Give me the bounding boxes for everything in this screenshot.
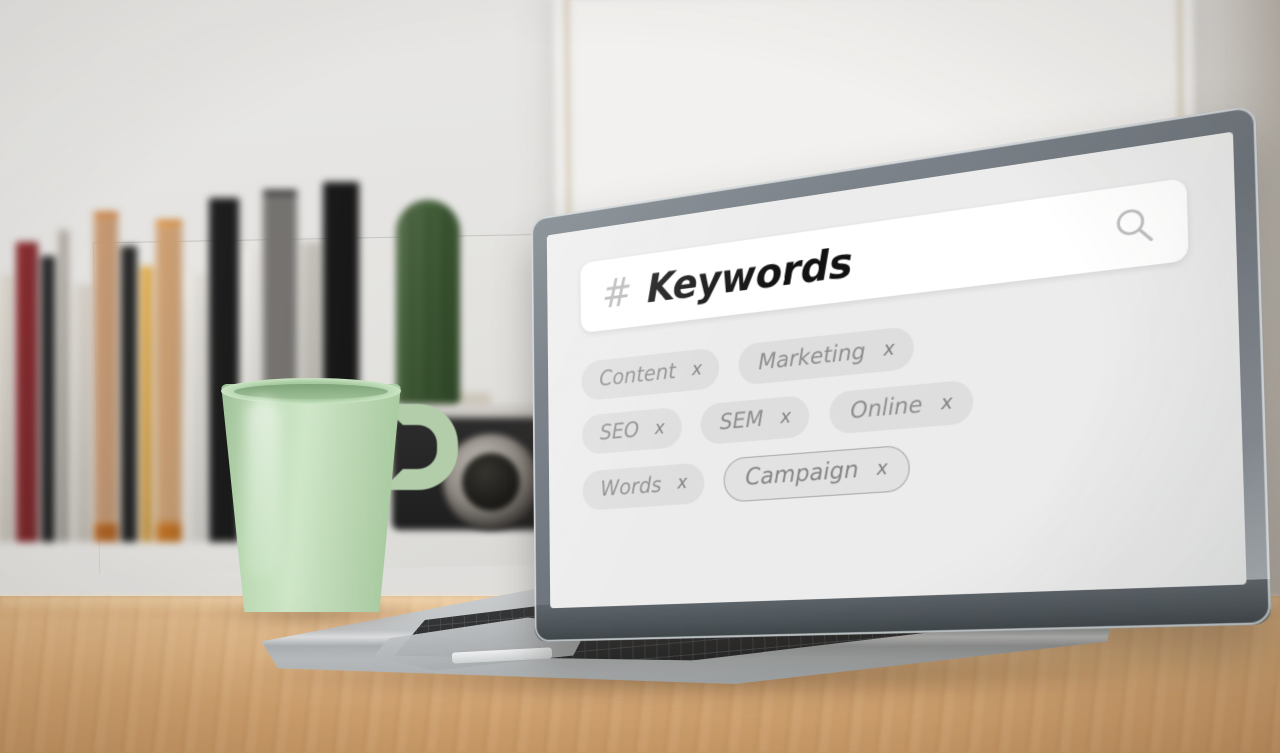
keyword-tag-row: Words x Campaign x [582, 423, 1194, 512]
keyword-tag-marketing[interactable]: Marketing x [738, 326, 914, 386]
hashtag-icon: # [602, 272, 633, 315]
keyword-tag-sem[interactable]: SEM x [700, 395, 809, 446]
keyword-tag-campaign[interactable]: Campaign x [724, 445, 910, 503]
keyword-tag-label: SEM [720, 408, 764, 433]
remove-tag-icon[interactable]: x [876, 459, 888, 479]
keyword-tag-label: Online [850, 394, 922, 423]
keyword-tag-label: Words [600, 474, 661, 499]
keyword-tag-list: Content x Marketing x SEO x SEM x Online x Words x C… [581, 295, 1195, 526]
keyword-tag-label: Campaign [745, 459, 859, 490]
remove-tag-icon[interactable]: x [677, 474, 687, 493]
remove-tag-icon[interactable]: x [692, 360, 702, 379]
laptop-lid: # Keywords Content x Marketing x SEO x SEM x Onl… [531, 105, 1271, 642]
keyword-tag-words[interactable]: Words x [582, 462, 704, 511]
mug-interior [234, 384, 388, 399]
remove-tag-icon[interactable]: x [883, 339, 895, 359]
keyword-tag-row: Content x Marketing x [581, 295, 1191, 401]
keyword-tag-seo[interactable]: SEO x [582, 407, 682, 455]
remove-tag-icon[interactable]: x [941, 393, 953, 414]
search-icon[interactable] [1111, 201, 1158, 250]
keyword-tag-row: SEO x SEM x Online x [582, 359, 1193, 455]
desk-scene-photo: # Keywords Content x Marketing x SEO x SEM x Onl… [0, 0, 1280, 753]
laptop: # Keywords Content x Marketing x SEO x SEM x Onl… [0, 0, 1280, 753]
keyword-tag-label: Content [599, 361, 676, 390]
mug-highlight [246, 398, 280, 578]
keyword-tag-label: SEO [600, 419, 639, 443]
keyword-tag-online[interactable]: Online x [829, 379, 973, 434]
